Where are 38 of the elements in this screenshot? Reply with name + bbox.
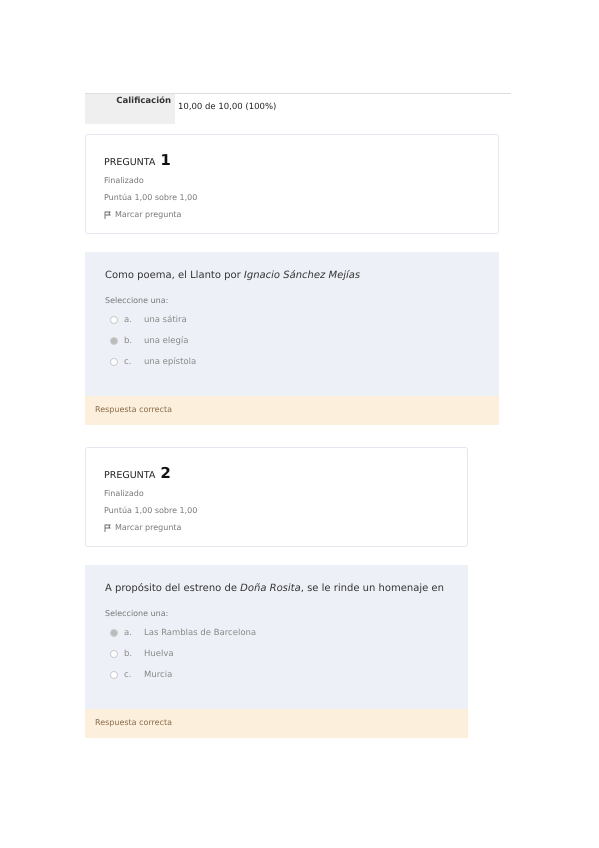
question-heading: PREGUNTA bbox=[104, 470, 156, 481]
option-label: Murcia bbox=[144, 670, 172, 680]
question-number: 2 bbox=[160, 464, 171, 482]
question-number: 1 bbox=[160, 151, 171, 169]
option-letter: c. bbox=[124, 356, 132, 366]
flag-question-link[interactable]: Marcar pregunta bbox=[115, 210, 182, 219]
radio-button[interactable] bbox=[110, 336, 118, 344]
option-label: una elegía bbox=[144, 336, 188, 346]
option-letter: c. bbox=[124, 670, 132, 680]
grade-value: 10,00 de 10,00 (100%) bbox=[177, 101, 276, 114]
question-text: A propósito del estreno de Doña Rosita, se le rinde un homenaje en bbox=[105, 583, 445, 594]
radio-button[interactable] bbox=[110, 670, 118, 678]
radio-button[interactable] bbox=[110, 650, 118, 658]
radio-button[interactable] bbox=[110, 358, 118, 366]
flag-question-link[interactable]: Marcar pregunta bbox=[115, 523, 182, 532]
option-letter: b. bbox=[124, 648, 134, 658]
option-label: una sátira bbox=[144, 314, 187, 324]
question-status: Finalizado bbox=[104, 489, 145, 498]
question-status: Finalizado bbox=[104, 176, 145, 185]
radio-button[interactable] bbox=[110, 316, 118, 324]
option-label: una epístola bbox=[144, 356, 196, 366]
option-letter: a. bbox=[124, 628, 133, 638]
option-letter: b. bbox=[124, 336, 134, 346]
flag-icon bbox=[104, 524, 112, 532]
option-letter: a. bbox=[124, 314, 133, 324]
radio-button[interactable] bbox=[110, 628, 118, 636]
select-prompt: Seleccione una: bbox=[105, 609, 170, 618]
select-prompt: Seleccione una: bbox=[105, 296, 170, 305]
grade-label: Calificación bbox=[85, 94, 175, 124]
question-score: Puntúa 1,00 sobre 1,00 bbox=[104, 506, 198, 515]
option-label: Las Ramblas de Barcelona bbox=[144, 628, 256, 638]
option-label: Huelva bbox=[144, 648, 174, 658]
feedback-text: Respuesta correcta bbox=[95, 405, 172, 414]
question-text: Como poema, el Llanto por Ignacio Sánchez Mejías bbox=[105, 270, 362, 281]
question-score: Puntúa 1,00 sobre 1,00 bbox=[104, 193, 198, 202]
flag-icon bbox=[104, 210, 112, 218]
feedback-text: Respuesta correcta bbox=[95, 718, 172, 727]
question-heading: PREGUNTA bbox=[104, 157, 156, 168]
